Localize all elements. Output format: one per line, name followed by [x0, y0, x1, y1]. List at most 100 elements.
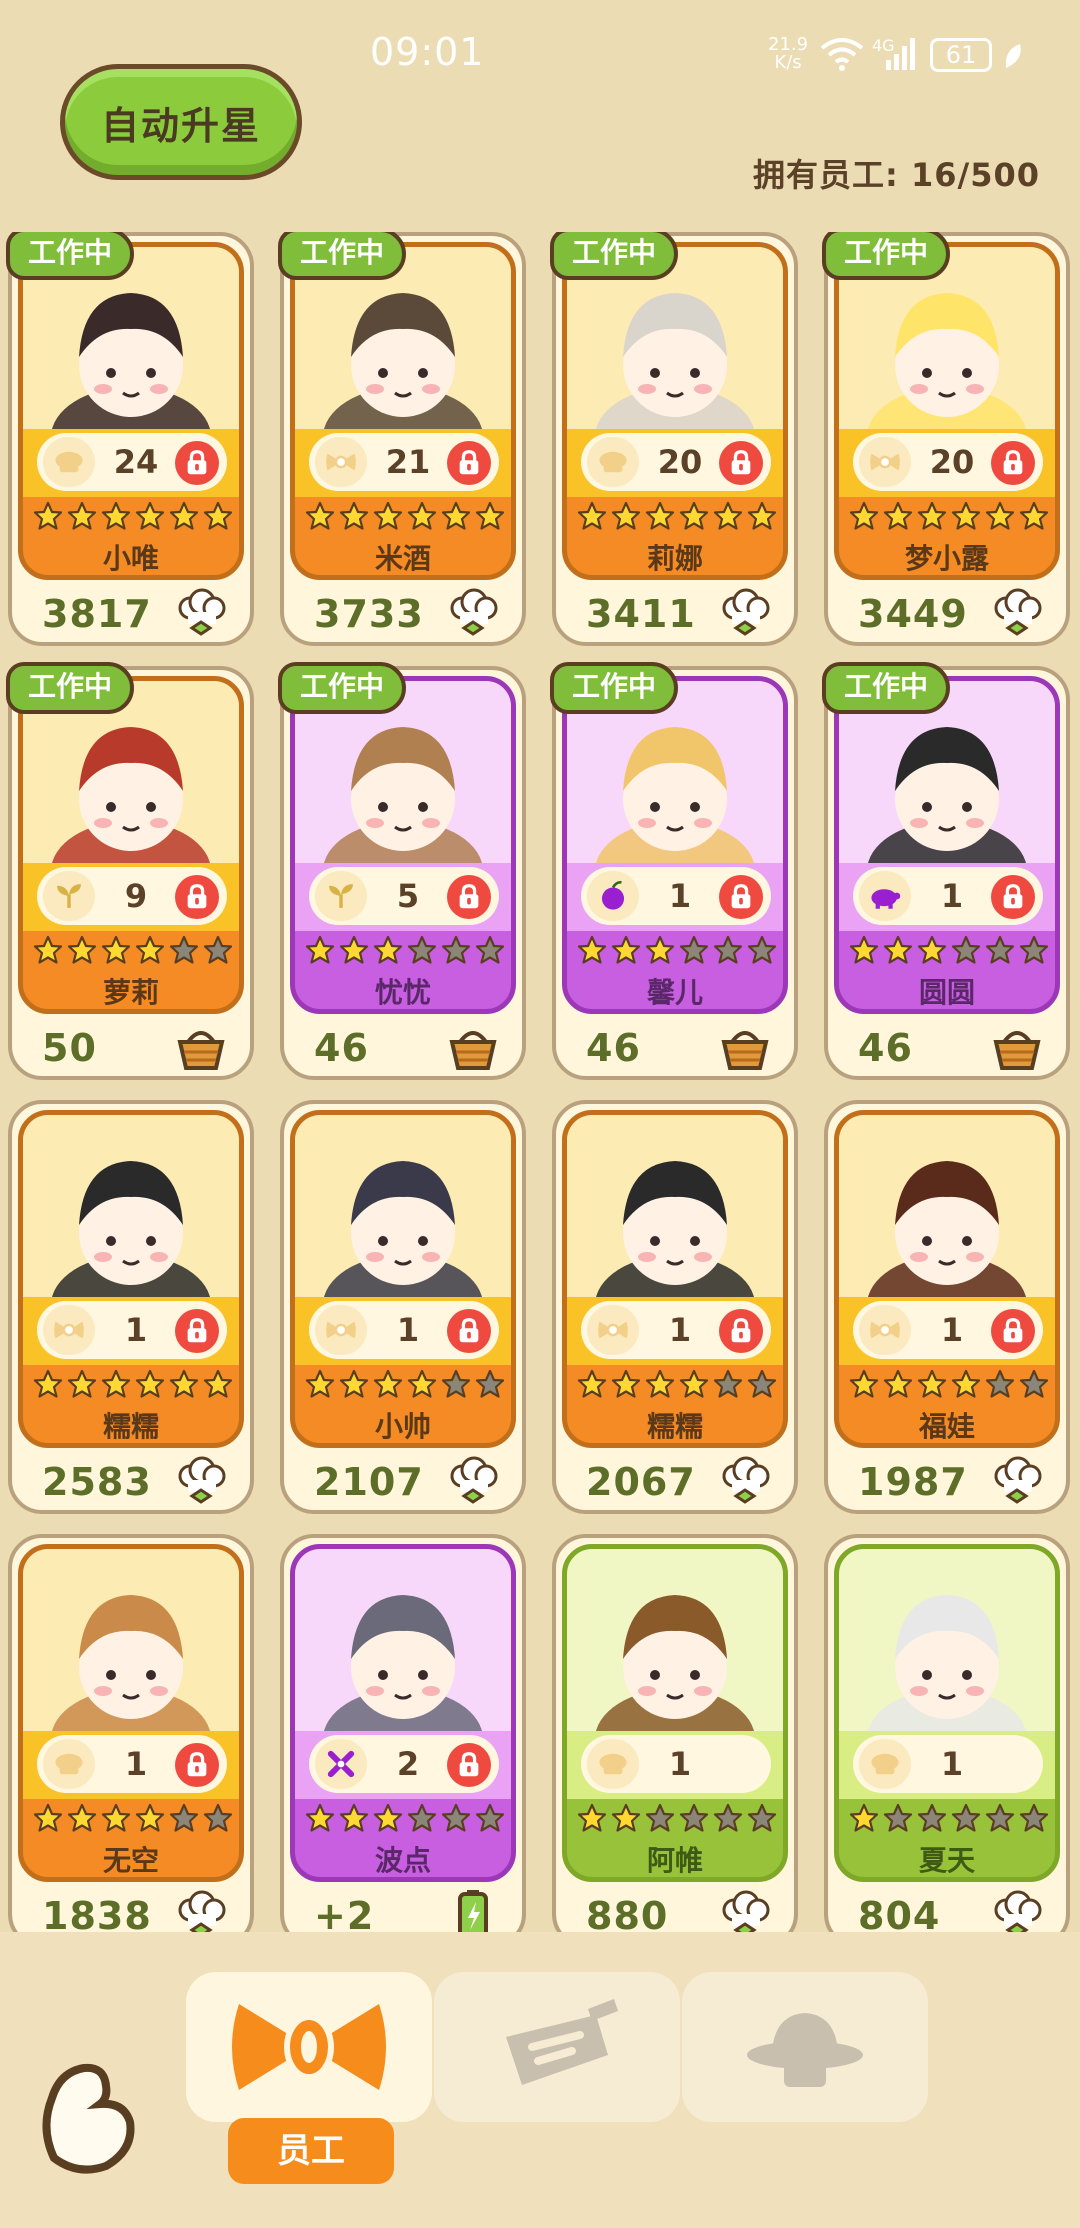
- working-badge: 工作中: [278, 662, 406, 714]
- employee-card[interactable]: 工作中 9 萝莉 50: [6, 662, 254, 1080]
- lock-icon[interactable]: [175, 1743, 219, 1787]
- chef-hat-icon: [859, 1739, 911, 1789]
- star-icon: [169, 1803, 199, 1832]
- star-icon: [747, 935, 777, 964]
- chef-hat-icon: [174, 1888, 228, 1932]
- employee-card[interactable]: 1 小帅 2107: [280, 1100, 526, 1514]
- employee-card[interactable]: 工作中 20 梦小露 3449: [822, 232, 1070, 646]
- star-icon: [339, 935, 369, 964]
- star-icon: [679, 935, 709, 964]
- employee-card[interactable]: 1 夏天 804: [824, 1534, 1070, 1932]
- card-face: 1 馨儿: [562, 676, 788, 1014]
- star-icon: [917, 1803, 947, 1832]
- star-icon: [135, 935, 165, 964]
- chef-hat-icon: [990, 1454, 1044, 1508]
- employee-value: 804: [858, 1894, 941, 1932]
- star-icon: [407, 1803, 437, 1832]
- employee-name: 夏天: [918, 1844, 975, 1877]
- bow-icon: [859, 1305, 911, 1355]
- lock-icon[interactable]: [719, 1309, 763, 1353]
- star-rating: [577, 1803, 777, 1833]
- star-icon: [203, 501, 233, 530]
- apple-icon: [587, 871, 639, 921]
- employee-card[interactable]: 1 无空 1838: [8, 1534, 254, 1932]
- employee-card[interactable]: 工作中 24 小唯 3817: [6, 232, 254, 646]
- employee-card[interactable]: 工作中 1 馨儿 46: [550, 662, 798, 1080]
- lock-icon[interactable]: [175, 875, 219, 919]
- tab-menu[interactable]: [434, 1972, 680, 2122]
- employee-card[interactable]: 工作中 5 忧忧 46: [278, 662, 526, 1080]
- star-rating: [849, 1369, 1049, 1399]
- star-icon: [917, 935, 947, 964]
- star-icon: [407, 1369, 437, 1398]
- employee-value: 2067: [586, 1460, 696, 1504]
- card-face: 1 小帅: [290, 1110, 516, 1448]
- lock-icon[interactable]: [719, 441, 763, 485]
- lock-icon[interactable]: [719, 875, 763, 919]
- star-icon: [33, 501, 63, 530]
- star-icon: [339, 1803, 369, 1832]
- network-speed: 21.9 K/s: [768, 34, 809, 73]
- chef-hat-icon: [446, 586, 500, 640]
- working-badge: 工作中: [550, 662, 678, 714]
- star-icon: [101, 1803, 131, 1832]
- tab-employees[interactable]: [186, 1972, 432, 2122]
- employee-level: 1: [668, 1745, 692, 1783]
- employee-card[interactable]: 1 糯糯 2583: [8, 1100, 254, 1514]
- card-face: 1 阿帷: [562, 1544, 788, 1882]
- star-icon: [713, 1369, 743, 1398]
- star-icon: [373, 501, 403, 530]
- chef-hat-icon: [174, 586, 228, 640]
- card-face: 9 萝莉: [18, 676, 244, 1014]
- star-icon: [849, 1369, 879, 1398]
- star-rating: [33, 1803, 233, 1833]
- card-face: 1 糯糯: [18, 1110, 244, 1448]
- employee-level: 20: [657, 443, 703, 481]
- star-icon: [67, 1369, 97, 1398]
- star-rating: [33, 1369, 233, 1399]
- working-badge: 工作中: [822, 232, 950, 280]
- employee-level: 1: [124, 1745, 148, 1783]
- star-icon: [645, 501, 675, 530]
- star-icon: [713, 935, 743, 964]
- star-icon: [475, 1369, 505, 1398]
- star-icon: [645, 1369, 675, 1398]
- employee-level: 5: [396, 877, 420, 915]
- lock-icon[interactable]: [447, 875, 491, 919]
- auto-star-up-button[interactable]: 自动升星: [60, 64, 302, 180]
- lock-icon[interactable]: [991, 1309, 1035, 1353]
- employee-card[interactable]: 1 福娃 1987: [824, 1100, 1070, 1514]
- star-icon: [441, 1369, 471, 1398]
- lock-icon[interactable]: [991, 441, 1035, 485]
- mitten-menu-icon[interactable]: [34, 2058, 144, 2178]
- star-icon: [203, 1369, 233, 1398]
- star-icon: [67, 1803, 97, 1832]
- lock-icon[interactable]: [175, 1309, 219, 1353]
- employee-level: 1: [124, 1311, 148, 1349]
- tab-hat[interactable]: [682, 1972, 928, 2122]
- employee-card[interactable]: 工作中 21 米酒 3733: [278, 232, 526, 646]
- lock-icon[interactable]: [991, 875, 1035, 919]
- lock-icon[interactable]: [175, 441, 219, 485]
- lock-icon[interactable]: [447, 441, 491, 485]
- employee-card[interactable]: 工作中 1 圆圆 46: [822, 662, 1070, 1080]
- card-face: 1 福娃: [834, 1110, 1060, 1448]
- star-icon: [713, 1803, 743, 1832]
- card-face: 1 圆圆: [834, 676, 1060, 1014]
- basket-icon: [174, 1020, 228, 1074]
- employee-value: 46: [586, 1026, 641, 1070]
- star-icon: [679, 1803, 709, 1832]
- star-icon: [985, 1369, 1015, 1398]
- star-icon: [373, 1369, 403, 1398]
- employee-card[interactable]: 2 波点 +2: [280, 1534, 526, 1932]
- employee-card[interactable]: 工作中 20 莉娜 3411: [550, 232, 798, 646]
- lock-icon[interactable]: [447, 1309, 491, 1353]
- employee-card[interactable]: 1 阿帷 880: [552, 1534, 798, 1932]
- star-rating: [577, 935, 777, 965]
- employee-level: 21: [385, 443, 431, 481]
- star-rating: [305, 501, 505, 531]
- employee-card[interactable]: 1 糯糯 2067: [552, 1100, 798, 1514]
- employee-portrait: [23, 1549, 239, 1789]
- tab-employees-label[interactable]: 员工: [228, 2118, 394, 2184]
- lock-icon[interactable]: [447, 1743, 491, 1787]
